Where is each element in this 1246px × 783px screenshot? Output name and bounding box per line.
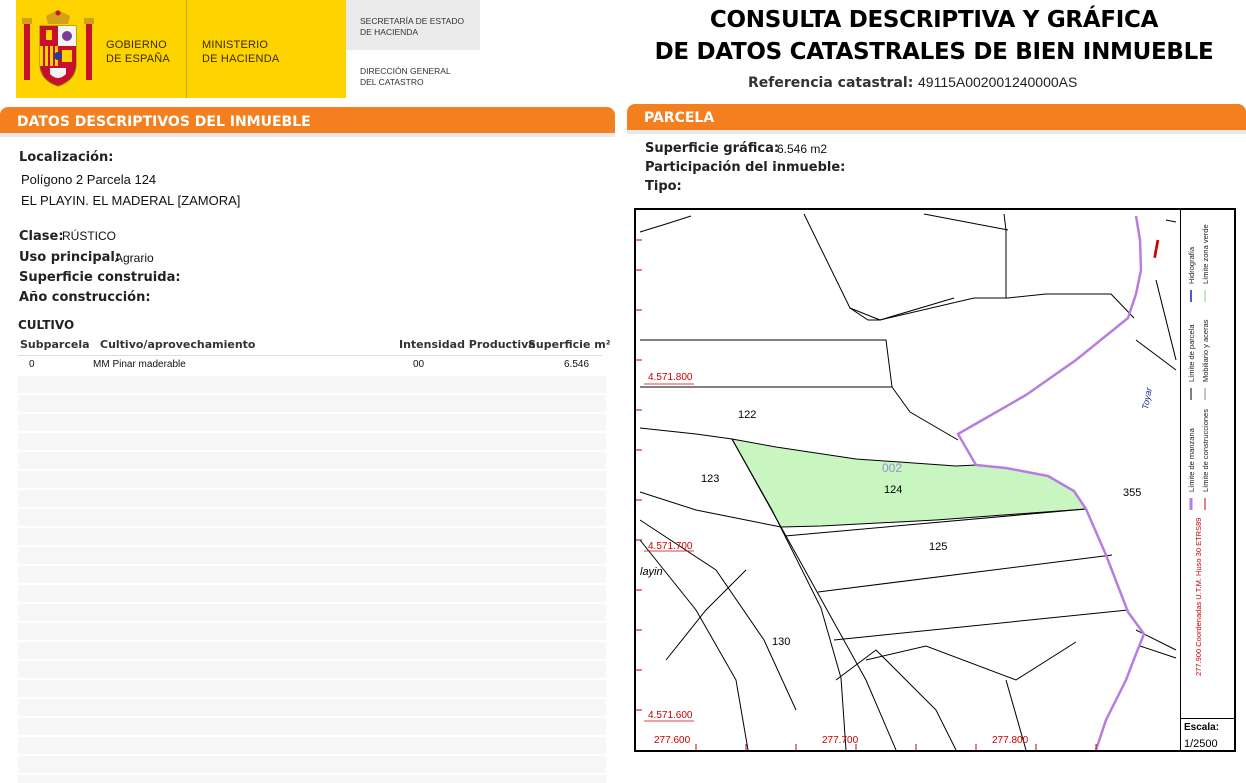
cell-superficie: 6.546 (564, 359, 590, 370)
gobierno-text: GOBIERNO DE ESPAÑA (106, 39, 170, 65)
catastro-page: GOBIERNO DE ESPAÑA MINISTERIO DE HACIEND… (0, 0, 1246, 783)
tipo-label: Tipo: (645, 179, 682, 194)
cultivo-title: CULTIVO (18, 318, 75, 332)
clase-label: Clase: (19, 229, 64, 244)
legend-manzana: Límite de manzana (1187, 427, 1196, 492)
cell-intensidad: 00 (413, 359, 425, 370)
parcel-label-122: 122 (738, 409, 756, 421)
localizacion-line1: Polígono 2 Parcela 124 (21, 172, 157, 187)
col-intensidad: Intensidad Productiva (399, 338, 536, 351)
x-coord-label-2: 277.700 (822, 735, 859, 746)
ref-value: 49115A002001240000AS (918, 74, 1078, 90)
scale-box: Escala: 1/2500 (1180, 718, 1236, 750)
legend-zona-verde: Límite zona verde (1201, 224, 1210, 284)
red-symbol-icon: ▬▬ (1148, 239, 1161, 258)
direccion-general-text: DIRECCIÓN GENERAL DEL CATASTRO (360, 66, 451, 87)
datos-descriptivos-header: DATOS DESCRIPTIVOS DEL INMUEBLE (0, 107, 615, 137)
grid-ticks-left (636, 239, 642, 711)
logo-divider (186, 0, 187, 98)
parcel-label-355: 355 (1123, 487, 1141, 499)
x-coord-label-3: 277.800 (992, 735, 1029, 746)
ref-label: Referencia catastral: (748, 75, 914, 91)
x-coord-label-1: 277.600 (654, 735, 691, 746)
parcel-label-130: 130 (772, 636, 790, 648)
map-legend: Límite de manzana Límite de parcela Lími… (1180, 210, 1236, 720)
legend-coords: 277.900 Coordenadas U.T.M. Huso 30 ETRS8… (1194, 518, 1203, 676)
localizacion-label: Localización: (19, 150, 114, 165)
superficie-construida-label: Superficie construida: (19, 270, 181, 285)
svg-text:▬▬: ▬▬ (1148, 239, 1161, 258)
superficie-grafica-label: Superficie gráfica: (645, 141, 780, 156)
river-label: Toyar (1140, 386, 1154, 411)
gobierno-logo-block: GOBIERNO DE ESPAÑA MINISTERIO DE HACIEND… (16, 0, 346, 98)
map-canvas[interactable]: 4.571.800 4.571.700 4.571.600 277.600 27… (636, 210, 1180, 750)
col-subparcela: Subparcela (20, 338, 90, 351)
red-label-lines (644, 383, 694, 722)
anio-construccion-label: Año construcción: (19, 290, 151, 305)
place-label: layin (640, 566, 663, 578)
subparcel-label: 002 (882, 461, 902, 475)
empty-table-area (18, 376, 606, 783)
parcela-header: PARCELA (627, 104, 1246, 134)
legend-construcciones: Límite de construcciones (1201, 409, 1210, 492)
clase-value: RÚSTICO (62, 229, 116, 243)
secretaria-text: SECRETARÍA DE ESTADO DE HACIENDA (360, 16, 465, 37)
parcel-label-124: 124 (884, 484, 902, 496)
cell-subparcela: 0 (29, 359, 35, 370)
ministerio-text: MINISTERIO DE HACIENDA (202, 39, 280, 65)
cultivo-table-header: Subparcela Cultivo/aprovechamiento Inten… (18, 336, 611, 356)
y-coord-label-1: 4.571.800 (648, 372, 693, 383)
scale-label: Escala: (1184, 722, 1220, 733)
y-coord-label-3: 4.571.600 (648, 710, 693, 721)
referencia-catastral: Referencia catastral: 49115A002001240000… (748, 74, 1077, 91)
parcel-label-125: 125 (929, 541, 947, 553)
legend-parcela: Límite de parcela (1187, 324, 1196, 382)
localizacion-line2: EL PLAYIN. EL MADERAL [ZAMORA] (21, 193, 241, 208)
legend-mobiliario: Mobiliario y aceras (1201, 319, 1210, 382)
participacion-label: Participación del inmueble: (645, 160, 846, 175)
uso-label: Uso principal: (19, 250, 121, 265)
y-coord-label-2: 4.571.700 (648, 541, 693, 552)
scale-value: 1/2500 (1184, 738, 1218, 750)
superficie-grafica-value: 6.546 m2 (777, 142, 828, 156)
col-cultivo: Cultivo/aprovechamiento (100, 338, 256, 351)
coat-of-arms-icon (22, 10, 94, 87)
parcel-map[interactable]: 4.571.800 4.571.700 4.571.600 277.600 27… (634, 208, 1236, 752)
col-superficie: Superficie m² (528, 338, 611, 351)
parcel-label-123: 123 (701, 473, 719, 485)
uso-value: Agrario (115, 251, 154, 265)
table-row: 0 MM Pinar maderable 00 6.546 (18, 357, 602, 375)
page-title: CONSULTA DESCRIPTIVA Y GRÁFICA DE DATOS … (654, 7, 1214, 65)
cell-cultivo: MM Pinar maderable (93, 359, 186, 370)
legend-hidrografia: Hidrografía (1187, 246, 1196, 284)
